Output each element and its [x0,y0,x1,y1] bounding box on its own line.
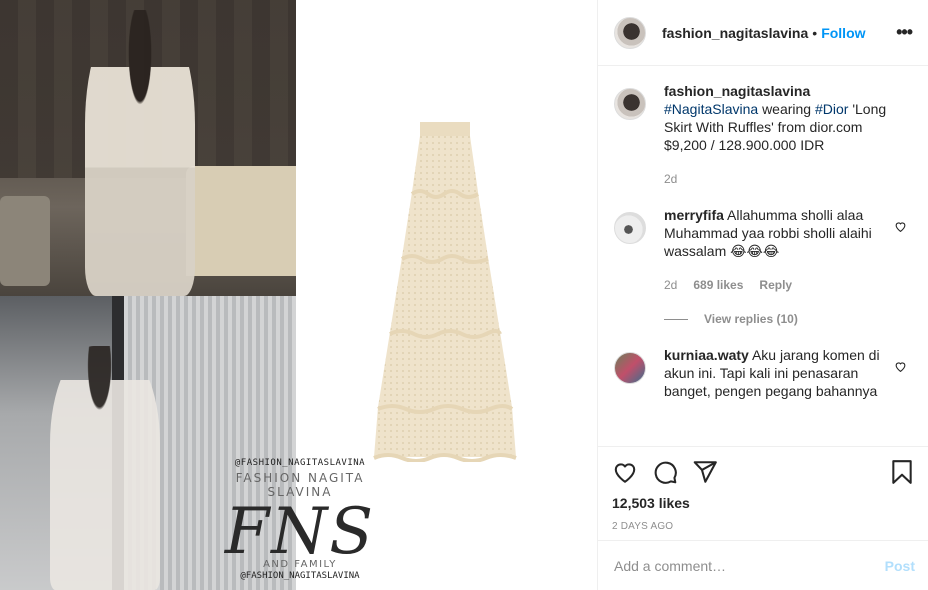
heart-icon[interactable] [894,360,907,373]
skirt-image [373,122,517,462]
watermark-handle-bottom: @FASHION_NAGITASLAVINA [240,571,360,581]
follow-button[interactable]: Follow [821,25,865,41]
more-horizontal-icon[interactable]: ••• [896,22,913,43]
comment-meta: 2d 689 likes Reply [664,276,894,294]
caption-body: fashion_nagitaslavina #NagitaSlavina wea… [664,82,894,188]
caption-text: wearing [762,101,812,117]
photo-person [50,346,160,590]
comment-icon[interactable] [652,459,678,485]
action-bar: 12,503 likes 2 DAYS AGO [598,446,928,532]
comments-list[interactable]: fashion_nagitaslavina #NagitaSlavina wea… [598,66,928,446]
reply-button[interactable]: Reply [759,276,792,294]
watermark: @FASHION_NAGITASLAVINA FASHION NAGITA SL… [210,458,390,581]
photo-person [85,10,195,296]
caption-meta: 2d [664,170,894,188]
share-icon[interactable] [692,459,718,485]
comment-body: kurniaa.waty Aku jarang komen di akun in… [664,346,894,400]
bookmark-icon[interactable] [889,459,915,485]
photo-top-left [0,0,296,296]
action-icons [612,457,915,487]
hashtag-link[interactable]: #Dior [815,101,848,117]
post-button[interactable]: Post [885,558,915,574]
replies-divider [664,318,688,320]
post-sidebar: fashion_nagitaslavina • Follow ••• fashi… [597,0,928,590]
comment-likes[interactable]: 689 likes [693,276,743,294]
header-username[interactable]: fashion_nagitaslavina [662,25,808,41]
avatar[interactable] [614,88,646,120]
comment-username[interactable]: merryfifa [664,207,724,223]
avatar[interactable] [614,352,646,384]
likes-count[interactable]: 12,503 likes [612,495,915,511]
view-replies-label: View replies (10) [704,312,798,326]
heart-icon[interactable] [612,459,638,485]
hashtag-link[interactable]: #NagitaSlavina [664,101,758,117]
photo-sofa [186,166,296,276]
separator-dot: • [812,24,818,41]
caption-time[interactable]: 2d [664,170,677,188]
watermark-handle: @FASHION_NAGITASLAVINA [234,458,366,468]
watermark-logo: FNS [224,495,376,569]
post-media[interactable]: @FASHION_NAGITASLAVINA FASHION NAGITA SL… [0,0,597,590]
post-header: fashion_nagitaslavina • Follow ••• [598,0,928,66]
comment-body: merryfifa Allahumma sholli alaa Muhammad… [664,206,894,294]
post-time[interactable]: 2 DAYS AGO [612,521,915,532]
heart-icon[interactable] [894,220,907,233]
photo-chair [0,196,50,286]
comment-input[interactable] [614,557,885,574]
caption-username[interactable]: fashion_nagitaslavina [664,83,810,99]
view-replies-button[interactable]: View replies (10) [664,312,913,326]
add-comment-bar: Post [598,540,928,590]
comment: merryfifa Allahumma sholli alaa Muhammad… [614,206,913,294]
comment: kurniaa.waty Aku jarang komen di akun in… [614,346,913,400]
comment-username[interactable]: kurniaa.waty [664,347,749,363]
avatar[interactable] [614,212,646,244]
caption: fashion_nagitaslavina #NagitaSlavina wea… [614,82,913,188]
avatar[interactable] [614,16,646,49]
comment-time[interactable]: 2d [664,276,677,294]
